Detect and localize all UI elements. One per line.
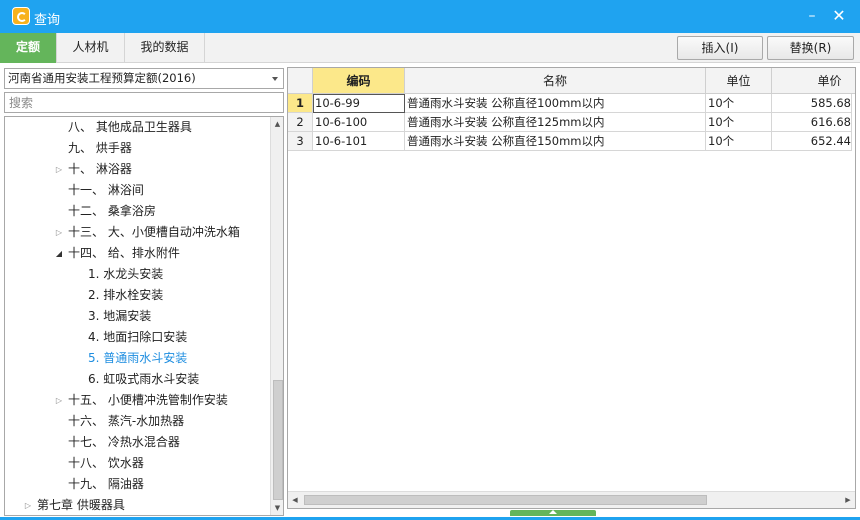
expand-icon[interactable]: ▷ [54, 390, 64, 411]
grid-corner [288, 68, 313, 94]
tree-item-label: 十五、 小便槽冲洗管制作安装 [68, 393, 228, 407]
table-row[interactable]: 3 10-6-101 普通雨水斗安装 公称直径150mm以内 10个 652.44 [288, 132, 855, 151]
tree-item[interactable]: 十二、 桑拿浴房 [5, 201, 269, 222]
row-number[interactable]: 2 [288, 113, 313, 132]
column-header-unit[interactable]: 单位 [706, 68, 772, 94]
cell-price[interactable]: 616.68 [772, 113, 852, 132]
tab-my-data[interactable]: 我的数据 [125, 33, 205, 63]
tree-item-label: 5. 普通雨水斗安装 [88, 351, 188, 365]
app-logo-icon [12, 7, 30, 25]
tree-vertical-scrollbar[interactable]: ▲ ▼ [270, 117, 283, 515]
tree-item[interactable]: 5. 普通雨水斗安装 [5, 348, 269, 369]
cell-name[interactable]: 普通雨水斗安装 公称直径125mm以内 [405, 113, 706, 132]
tree-item-label: 十六、 蒸汽-水加热器 [68, 414, 185, 428]
column-header-name[interactable]: 名称 [405, 68, 706, 94]
tree-item-label: 4. 地面扫除口安装 [88, 330, 188, 344]
tree-item-label: 十三、 大、小便槽自动冲洗水箱 [68, 225, 240, 239]
row-number[interactable]: 1 [288, 94, 313, 113]
column-header-code[interactable]: 编码 [313, 68, 405, 94]
tab-labor-material-machine[interactable]: 人材机 [57, 33, 125, 63]
search-input[interactable] [4, 92, 284, 113]
table-row[interactable]: 2 10-6-100 普通雨水斗安装 公称直径125mm以内 10个 616.68 [288, 113, 855, 132]
title-bar: 查询 – ✕ [0, 0, 860, 33]
tab-quota[interactable]: 定额 [0, 33, 57, 63]
tree-item[interactable]: 1. 水龙头安装 [5, 264, 269, 285]
cell-code[interactable]: 10-6-101 [313, 132, 405, 151]
column-header-price[interactable]: 单价 [772, 68, 855, 94]
dropdown-arrow-icon [272, 77, 278, 81]
tree-item-label: 3. 地漏安装 [88, 309, 152, 323]
cell-code[interactable]: 10-6-99 [313, 94, 405, 113]
quota-grid: 编码 名称 单位 单价 ◀ ▶ 1 10-6-99 普通雨水斗安装 公称直径100m… [287, 67, 856, 509]
tree-item-label: 十九、 隔油器 [68, 477, 144, 491]
cell-unit[interactable]: 10个 [706, 94, 772, 113]
tree-item-label: 1. 水龙头安装 [88, 267, 164, 281]
tree-item-label: 十八、 饮水器 [68, 456, 144, 470]
tree-item[interactable]: 十九、 隔油器 [5, 474, 269, 495]
tree-item[interactable]: 十六、 蒸汽-水加热器 [5, 411, 269, 432]
cell-code[interactable]: 10-6-100 [313, 113, 405, 132]
tree-item-label: 十、 淋浴器 [68, 162, 132, 176]
tree-item[interactable]: ▷ 十、 淋浴器 [5, 159, 269, 180]
cell-name[interactable]: 普通雨水斗安装 公称直径100mm以内 [405, 94, 706, 113]
tree-item[interactable]: 九、 烘手器 [5, 138, 269, 159]
tree-item-label: 十七、 冷热水混合器 [68, 435, 180, 449]
tab-bar: 定额 人材机 我的数据 插入(I) 替换(R) [0, 33, 860, 63]
tree-item[interactable]: 3. 地漏安装 [5, 306, 269, 327]
tree-item-label: 十二、 桑拿浴房 [68, 204, 156, 218]
tree-item[interactable]: 十八、 饮水器 [5, 453, 269, 474]
quota-book-select[interactable]: 河南省通用安装工程预算定额(2016) [4, 68, 284, 89]
tree-item[interactable]: 6. 虹吸式雨水斗安装 [5, 369, 269, 390]
left-pane: 河南省通用安装工程预算定额(2016) ▷ 第七章 供暖器具 十九、 隔油器十八、 … [0, 64, 287, 520]
tree-item-label: 2. 排水栓安装 [88, 288, 164, 302]
scroll-right-icon[interactable]: ▶ [841, 492, 855, 508]
expand-icon[interactable]: ▷ [54, 159, 64, 180]
quota-book-value: 河南省通用安装工程预算定额(2016) [8, 71, 196, 85]
tree-item-label: 十一、 淋浴间 [68, 183, 144, 197]
scroll-up-icon[interactable]: ▲ [271, 117, 283, 131]
expand-icon[interactable]: ▷ [54, 222, 64, 243]
tree-item[interactable]: 2. 排水栓安装 [5, 285, 269, 306]
tree-item[interactable]: 4. 地面扫除口安装 [5, 327, 269, 348]
collapse-icon[interactable]: ◢ [54, 243, 64, 264]
tree-item-label: 八、 其他成品卫生器具 [68, 120, 192, 134]
close-button[interactable]: ✕ [828, 6, 850, 26]
scroll-left-icon[interactable]: ◀ [288, 492, 302, 508]
tree-item[interactable]: ▷ 十三、 大、小便槽自动冲洗水箱 [5, 222, 269, 243]
tree-item-label: 九、 烘手器 [68, 141, 132, 155]
cell-unit[interactable]: 10个 [706, 132, 772, 151]
tree-item-label: 6. 虹吸式雨水斗安装 [88, 372, 200, 386]
tree-item[interactable]: 八、 其他成品卫生器具 [5, 117, 269, 138]
tree-item[interactable]: ▷ 十五、 小便槽冲洗管制作安装 [5, 390, 269, 411]
h-scroll-thumb[interactable] [304, 495, 707, 505]
grid-horizontal-scrollbar[interactable]: ◀ ▶ [288, 491, 855, 508]
table-row[interactable]: 1 10-6-99 普通雨水斗安装 公称直径100mm以内 10个 585.68 [288, 94, 855, 113]
cell-price[interactable]: 585.68 [772, 94, 852, 113]
tree-item[interactable]: 十一、 淋浴间 [5, 180, 269, 201]
tree-item[interactable]: ▷ 第七章 供暖器具 [5, 495, 269, 515]
tree-item-label: 十四、 给、排水附件 [68, 246, 180, 260]
splitter-grip[interactable] [510, 510, 596, 516]
insert-button[interactable]: 插入(I) [677, 36, 763, 60]
tree-item[interactable]: ◢ 十四、 给、排水附件 [5, 243, 269, 264]
cell-name[interactable]: 普通雨水斗安装 公称直径150mm以内 [405, 132, 706, 151]
tree-item-label: 第七章 供暖器具 [37, 498, 125, 512]
window-title: 查询 [34, 13, 61, 28]
cell-price[interactable]: 652.44 [772, 132, 852, 151]
scroll-thumb[interactable] [273, 380, 283, 500]
scroll-down-icon[interactable]: ▼ [271, 501, 283, 515]
replace-button[interactable]: 替换(R) [767, 36, 854, 60]
expand-icon[interactable]: ▷ [23, 495, 33, 515]
minimize-button[interactable]: – [801, 6, 823, 26]
cell-unit[interactable]: 10个 [706, 113, 772, 132]
row-number[interactable]: 3 [288, 132, 313, 151]
chapter-tree: ▷ 第七章 供暖器具 十九、 隔油器 十八、 饮水器 十七、 冷热水混合器 十六、 蒸汽-… [4, 116, 284, 516]
tree-item[interactable]: 十七、 冷热水混合器 [5, 432, 269, 453]
